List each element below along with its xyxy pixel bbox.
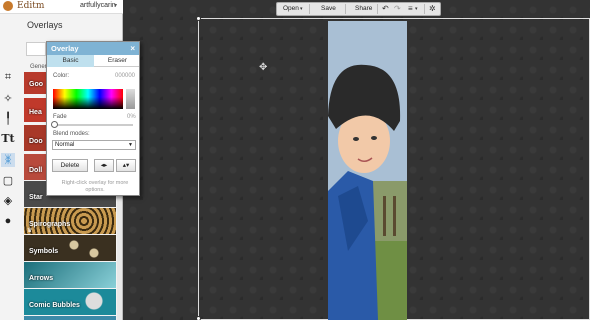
magic-wand-icon[interactable]: ✧: [1, 92, 15, 106]
overlay-category[interactable]: Symbols: [24, 235, 116, 261]
text-icon[interactable]: Tt: [1, 132, 15, 146]
gear-icon[interactable]: ✲: [429, 3, 436, 15]
close-icon[interactable]: ×: [130, 42, 135, 55]
save-button[interactable]: Save: [321, 3, 336, 15]
apple-icon[interactable]: ●: [1, 214, 15, 228]
overlay-category[interactable]: [24, 316, 116, 320]
brand-name: Editm: [17, 1, 45, 11]
user-menu[interactable]: artfullycarin: [80, 2, 116, 9]
blend-label: Blend modes:: [53, 131, 90, 137]
photo-image: [328, 21, 407, 320]
open-button[interactable]: Open: [283, 3, 299, 15]
layers-icon[interactable]: ≡: [408, 3, 413, 15]
dialog-hint: Right-click overlay for more options.: [61, 180, 129, 193]
chevron-down-icon[interactable]: ▾: [114, 2, 117, 9]
tool-strip: ⌗ ✧ ╿ Tt ᛤ ▢ ◈ ●: [0, 70, 18, 240]
move-cursor-icon: ✥: [259, 62, 268, 73]
flip-horizontal-button[interactable]: ◂▸: [94, 159, 114, 172]
fade-slider-handle[interactable]: [51, 121, 58, 128]
fade-label: Fade: [53, 114, 67, 120]
butterfly-icon[interactable]: ᛤ: [1, 153, 15, 167]
dialog-title: Overlay: [51, 44, 79, 53]
delete-button[interactable]: Delete: [52, 159, 88, 172]
undo-icon[interactable]: ↶: [382, 3, 389, 15]
tab-basic[interactable]: Basic: [47, 55, 94, 67]
overlay-dialog: Overlay × Basic Eraser Color: 000000 Fad…: [46, 41, 140, 196]
blend-mode-select[interactable]: Normal ▼: [52, 140, 136, 150]
fade-slider-track[interactable]: [53, 124, 133, 126]
dialog-header[interactable]: Overlay ×: [47, 42, 139, 55]
dialog-tabs: Basic Eraser: [47, 55, 139, 67]
logo-icon: [3, 1, 13, 11]
crown-icon: ♛: [27, 228, 33, 234]
crop-icon[interactable]: ⌗: [1, 70, 15, 84]
color-picker[interactable]: [53, 89, 123, 109]
chevron-down-icon[interactable]: ▾: [300, 3, 303, 15]
color-brightness-strip[interactable]: [126, 89, 135, 109]
overlay-category[interactable]: Comic Bubbles: [24, 289, 116, 315]
category-selector[interactable]: [26, 42, 46, 56]
color-value: 000000: [115, 73, 136, 79]
overlay-category[interactable]: Spirographs ♛: [24, 208, 116, 234]
fade-value: 0%: [127, 114, 136, 120]
brand-bar: Editm artfullycarin ▾: [0, 0, 123, 14]
chevron-down-icon: ▼: [128, 142, 133, 148]
overlay-category[interactable]: Arrows: [24, 262, 116, 288]
frame-icon[interactable]: ▢: [1, 174, 15, 188]
redo-icon[interactable]: ↷: [394, 3, 401, 15]
flip-vertical-button[interactable]: ▴▾: [116, 159, 136, 172]
chevron-down-icon[interactable]: ▾: [415, 3, 418, 15]
brush-icon[interactable]: ╿: [1, 112, 15, 126]
color-label: Color:: [53, 73, 70, 79]
resize-handle[interactable]: [196, 316, 201, 320]
texture-icon[interactable]: ◈: [1, 194, 15, 208]
resize-handle[interactable]: [196, 16, 201, 21]
tab-eraser[interactable]: Eraser: [94, 55, 141, 67]
share-button[interactable]: Share: [355, 3, 372, 15]
panel-title: Overlays: [27, 20, 63, 30]
top-toolbar: Open ▾ Save Share ↶ ↷ ≡ ▾ ✲: [276, 2, 441, 16]
